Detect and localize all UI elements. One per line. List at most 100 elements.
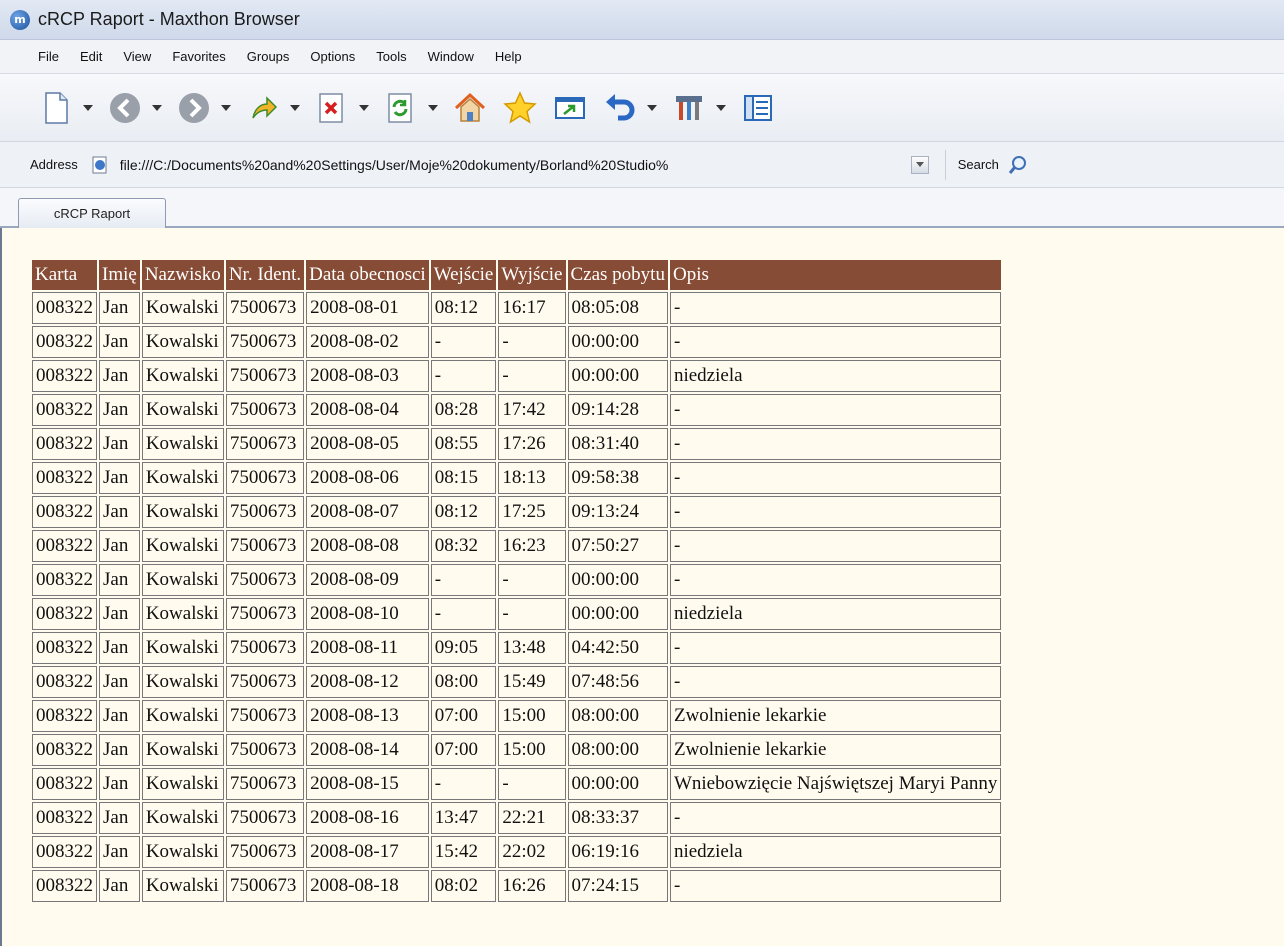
menu-window[interactable]: Window	[428, 49, 474, 64]
table-cell: 008322	[32, 802, 97, 834]
table-cell: Kowalski	[141, 836, 224, 868]
table-cell: 07:00	[430, 734, 497, 766]
table-cell: 09:58:38	[567, 462, 668, 494]
table-cell: 008322	[32, 360, 97, 392]
table-cell: -	[498, 598, 566, 630]
stop-dropdown-icon[interactable]	[359, 104, 369, 111]
forward-dropdown-icon[interactable]	[221, 104, 231, 111]
table-cell: 008322	[32, 326, 97, 358]
table-cell: Jan	[99, 870, 140, 902]
favorites-button[interactable]	[502, 90, 538, 126]
refresh-button[interactable]	[383, 90, 438, 126]
open-window-button[interactable]	[552, 90, 588, 126]
tools-dropdown-icon[interactable]	[716, 104, 726, 111]
back-button[interactable]	[107, 90, 162, 126]
table-cell: Wniebowzięcie Najświętszej Maryi Panny	[669, 768, 1002, 800]
table-cell: -	[669, 394, 1002, 426]
table-cell: 008322	[32, 598, 97, 630]
search-icon[interactable]	[1007, 154, 1029, 176]
new-page-button[interactable]	[38, 90, 93, 126]
table-cell: 08:02	[430, 870, 497, 902]
table-cell: -	[498, 768, 566, 800]
refresh-dropdown-icon[interactable]	[428, 104, 438, 111]
table-cell: 07:50:27	[567, 530, 668, 562]
menu-tools[interactable]: Tools	[376, 49, 406, 64]
table-cell: Jan	[99, 598, 140, 630]
sidebar-button[interactable]	[740, 90, 776, 126]
table-cell: 08:55	[430, 428, 497, 460]
table-cell: Jan	[99, 700, 140, 732]
home-button[interactable]	[452, 90, 488, 126]
table-cell: Kowalski	[141, 428, 224, 460]
table-cell: 15:42	[430, 836, 497, 868]
address-dropdown-button[interactable]	[910, 155, 929, 174]
menu-file[interactable]: File	[38, 49, 59, 64]
menu-view[interactable]: View	[123, 49, 151, 64]
sidebar-icon	[744, 94, 772, 121]
table-row: 008322 Jan Kowalski 7500673 2008-08-13 07:00 1…	[32, 700, 1002, 732]
table-cell: 7500673	[225, 394, 305, 426]
table-row: 008322 Jan Kowalski 7500673 2008-08-09- -00:0…	[32, 564, 1002, 596]
table-cell: Jan	[99, 428, 140, 460]
tab-crcp-raport[interactable]: cRCP Raport	[18, 198, 166, 228]
table-cell: 00:00:00	[567, 326, 668, 358]
address-label: Address	[30, 157, 78, 172]
table-cell: 00:00:00	[567, 598, 668, 630]
menu-groups[interactable]: Groups	[247, 49, 290, 64]
menu-edit[interactable]: Edit	[80, 49, 102, 64]
table-cell: -	[498, 326, 566, 358]
new-page-dropdown-icon[interactable]	[83, 104, 93, 111]
stop-button[interactable]	[314, 90, 369, 126]
up-button[interactable]	[245, 90, 300, 126]
table-cell: 17:26	[498, 428, 566, 460]
table-cell: 15:49	[498, 666, 566, 698]
address-bar: Address Search	[0, 142, 1284, 188]
table-cell: 7500673	[225, 462, 305, 494]
table-cell: 2008-08-08	[306, 530, 429, 562]
page-content: Karta Imię Nazwisko Nr. Ident. Data obecnosc…	[0, 228, 1284, 946]
table-cell: Kowalski	[141, 360, 224, 392]
menu-help[interactable]: Help	[495, 49, 522, 64]
table-cell: 7500673	[225, 700, 305, 732]
tools-button[interactable]	[671, 90, 726, 126]
new-page-icon	[45, 91, 68, 124]
table-row: 008322 Jan Kowalski 7500673 2008-08-14 07:00 1…	[32, 734, 1002, 766]
table-cell: 7500673	[225, 598, 305, 630]
tab-bar: cRCP Raport	[0, 188, 1284, 228]
table-cell: 008322	[32, 632, 97, 664]
table-cell: Jan	[99, 802, 140, 834]
table-cell: -	[430, 598, 497, 630]
up-dropdown-icon[interactable]	[290, 104, 300, 111]
undo-dropdown-icon[interactable]	[647, 104, 657, 111]
menu-options[interactable]: Options	[310, 49, 355, 64]
table-cell: 2008-08-02	[306, 326, 429, 358]
table-cell: 16:23	[498, 530, 566, 562]
table-row: 008322 Jan Kowalski 7500673 2008-08-08 08:32 1…	[32, 530, 1002, 562]
undo-button[interactable]	[602, 90, 657, 126]
table-cell: 008322	[32, 700, 97, 732]
table-cell: 7500673	[225, 632, 305, 664]
table-cell: Jan	[99, 360, 140, 392]
table-cell: Jan	[99, 394, 140, 426]
table-cell: Kowalski	[141, 802, 224, 834]
table-cell: 17:25	[498, 496, 566, 528]
column-header: Opis	[669, 260, 1002, 290]
column-header: Imię	[99, 260, 140, 290]
table-cell: 7500673	[225, 530, 305, 562]
menu-favorites[interactable]: Favorites	[172, 49, 225, 64]
forward-button[interactable]	[176, 90, 231, 126]
table-cell: 18:13	[498, 462, 566, 494]
tools-icon	[676, 95, 702, 120]
table-cell: Kowalski	[141, 292, 224, 324]
table-cell: 7500673	[225, 768, 305, 800]
table-cell: Jan	[99, 462, 140, 494]
table-cell: 2008-08-15	[306, 768, 429, 800]
table-cell: -	[669, 870, 1002, 902]
table-cell: Kowalski	[141, 768, 224, 800]
address-input[interactable]	[119, 152, 905, 177]
table-cell: 2008-08-12	[306, 666, 429, 698]
back-dropdown-icon[interactable]	[152, 104, 162, 111]
table-cell: 008322	[32, 462, 97, 494]
table-cell: 16:17	[498, 292, 566, 324]
table-cell: 2008-08-01	[306, 292, 429, 324]
